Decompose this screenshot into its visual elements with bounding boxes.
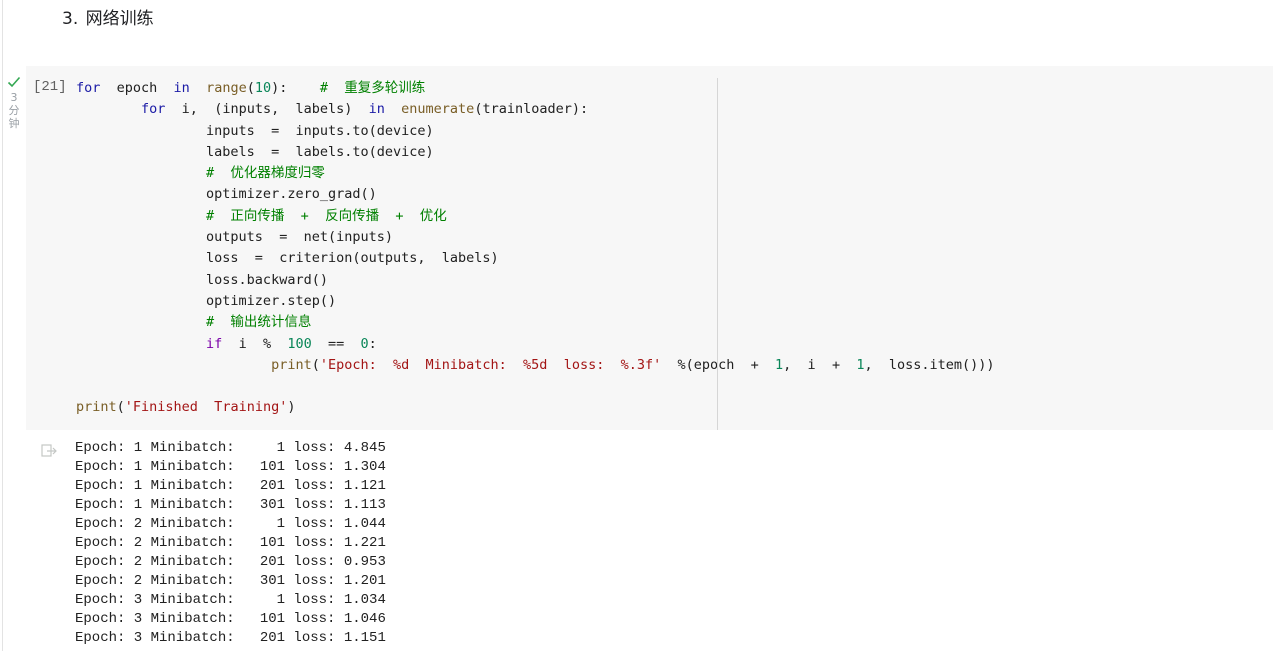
code-token: , loss.item())): [864, 356, 995, 373]
code-token: in: [173, 80, 190, 96]
code-token: 1: [775, 356, 784, 373]
code-token: ):: [271, 80, 320, 96]
code-token: # 优化器梯度归零: [206, 165, 325, 182]
cell-status-gutter: 3分钟: [4, 76, 24, 130]
output-line: Epoch: 3 Minibatch: 201 loss: 1.151: [75, 630, 386, 646]
code-token: print: [271, 356, 312, 373]
code-token: 0: [360, 335, 369, 352]
code-token: ==: [311, 335, 361, 352]
code-token: %(epoch +: [661, 356, 776, 373]
code-line[interactable]: if i % 100 == 0:: [76, 334, 995, 355]
code-line[interactable]: optimizer.step(): [76, 291, 995, 312]
code-token: # 重复多轮训练: [319, 80, 426, 96]
code-line[interactable]: inputs = inputs.to(device): [76, 121, 995, 142]
code-token: (: [116, 399, 125, 416]
output-line: Epoch: 2 Minibatch: 101 loss: 1.221: [75, 535, 386, 551]
code-token: # 正向传播 + 反向传播 + 优化: [206, 207, 447, 224]
execution-time-char: 分: [8, 104, 20, 117]
code-token: i %: [222, 335, 288, 352]
code-line[interactable]: outputs = net(inputs): [76, 227, 995, 248]
code-token: loss.backward(): [76, 271, 328, 288]
code-token: # 输出统计信息: [206, 314, 312, 331]
output-line: Epoch: 2 Minibatch: 201 loss: 0.953: [75, 554, 386, 570]
code-token: 10: [254, 80, 272, 96]
code-token: optimizer.step(): [76, 292, 337, 309]
execution-time: 3分钟: [4, 91, 24, 130]
execution-time-char: 3: [10, 91, 18, 104]
code-token: optimizer.zero_grad(): [76, 186, 377, 203]
output-line: Epoch: 3 Minibatch: 101 loss: 1.046: [75, 611, 386, 627]
output-line: Epoch: 1 Minibatch: 101 loss: 1.304: [75, 459, 386, 475]
code-line[interactable]: loss = criterion(outputs, labels): [76, 248, 995, 269]
code-token: (: [311, 356, 320, 373]
code-token: print: [76, 399, 117, 416]
code-line[interactable]: loss.backward(): [76, 270, 995, 291]
output-line: Epoch: 1 Minibatch: 1 loss: 4.845: [75, 440, 386, 456]
notebook-page: 3. 网络训练 3分钟 [21] for epoch in range(10):…: [0, 0, 1273, 651]
code-line[interactable]: print('Epoch: %d Minibatch: %5d loss: %.…: [76, 355, 995, 376]
output-line: Epoch: 1 Minibatch: 201 loss: 1.121: [75, 478, 386, 494]
code-token: 100: [287, 335, 312, 352]
code-token: for: [141, 101, 166, 118]
code-line[interactable]: for i, (inputs, labels) in enumerate(tra…: [76, 99, 995, 120]
output-line: Epoch: 2 Minibatch: 1 loss: 1.044: [75, 516, 386, 532]
execution-count: [21]: [33, 79, 67, 95]
code-token: ): [287, 399, 296, 416]
code-line[interactable]: optimizer.zero_grad(): [76, 184, 995, 205]
output-line: Epoch: 3 Minibatch: 1 loss: 1.034: [75, 592, 386, 608]
code-editor[interactable]: for epoch in range(10): # 重复多轮训练 for i, …: [76, 78, 995, 419]
code-line[interactable]: labels = labels.to(device): [76, 142, 995, 163]
code-line[interactable]: print('Finished Training'): [76, 397, 995, 418]
code-token: i, (inputs, labels): [165, 101, 369, 118]
editor-ruler: [717, 78, 718, 430]
code-token: 'Epoch: %d Minibatch: %5d loss: %.3f': [319, 356, 662, 373]
code-line[interactable]: # 输出统计信息: [76, 312, 995, 333]
execution-time-char: 钟: [8, 117, 20, 130]
code-token: 'Finished Training': [124, 399, 288, 416]
code-token: in: [368, 101, 385, 118]
code-token: :: [368, 335, 377, 352]
code-token: enumerate: [401, 101, 475, 118]
cell-output: Epoch: 1 Minibatch: 1 loss: 4.845 Epoch: …: [75, 439, 386, 648]
code-token: if: [206, 335, 223, 352]
code-token: outputs = net(inputs): [76, 229, 393, 246]
output-line: Epoch: 2 Minibatch: 301 loss: 1.201: [75, 573, 386, 589]
code-line[interactable]: for epoch in range(10): # 重复多轮训练: [76, 78, 995, 99]
code-token: epoch: [100, 80, 174, 96]
check-icon: [4, 76, 24, 90]
output-redirect-icon[interactable]: [40, 442, 58, 460]
code-token: labels = labels.to(device): [76, 143, 434, 160]
heading-title: 网络训练: [85, 9, 154, 29]
code-cell[interactable]: [21] for epoch in range(10): # 重复多轮训练 fo…: [26, 66, 1273, 430]
output-line: Epoch: 1 Minibatch: 301 loss: 1.113: [75, 497, 386, 513]
code-line[interactable]: [76, 376, 995, 397]
code-line[interactable]: # 正向传播 + 反向传播 + 优化: [76, 206, 995, 227]
heading-number: 3.: [62, 9, 79, 29]
code-token: loss = criterion(outputs, labels): [76, 250, 499, 267]
code-token: range: [206, 80, 247, 96]
code-token: (trainloader):: [474, 101, 589, 118]
section-heading: 3. 网络训练: [62, 4, 154, 29]
code-token: (: [246, 80, 255, 96]
code-line[interactable]: # 优化器梯度归零: [76, 163, 995, 184]
code-token: , i +: [783, 356, 857, 373]
code-token: for: [76, 80, 101, 96]
code-token: inputs = inputs.to(device): [76, 122, 434, 139]
left-border: [2, 0, 3, 651]
